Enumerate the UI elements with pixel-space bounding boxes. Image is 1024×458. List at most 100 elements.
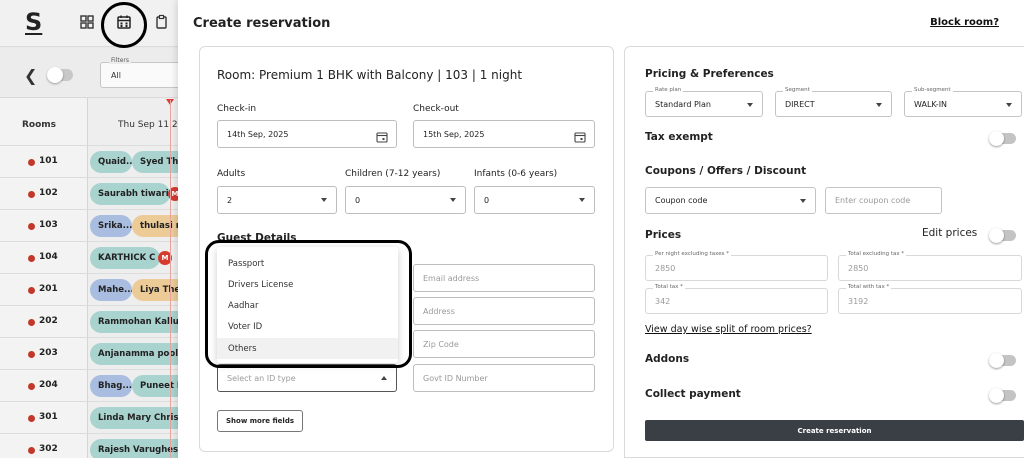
prices-title: Prices <box>645 229 682 241</box>
segment-select[interactable]: Segment DIRECT <box>775 87 892 117</box>
coupon-code-placeholder: Enter coupon code <box>835 196 911 205</box>
checkout-value: 15th Sep, 2025 <box>423 130 485 139</box>
addons-label: Addons <box>645 353 690 365</box>
govt-id-placeholder: Govt ID Number <box>423 374 488 383</box>
total-tax-label: Total tax * <box>653 284 685 290</box>
chevron-down-icon <box>1006 103 1012 107</box>
total-with-tax-value: 3192 <box>848 297 869 306</box>
calendar-icon[interactable] <box>574 128 586 143</box>
room-status-dot <box>28 383 35 390</box>
coupon-type-select[interactable]: Coupon code <box>645 187 816 214</box>
show-more-fields-button[interactable]: Show more fields <box>217 410 303 432</box>
chevron-down-icon <box>876 103 882 107</box>
govt-id-field[interactable]: Govt ID Number <box>413 364 595 392</box>
total-excl-tax-label: Total excluding tax * <box>846 251 907 257</box>
room-status-dot <box>28 447 35 454</box>
filters-select[interactable]: Filters All <box>100 57 190 88</box>
rooms-header: Rooms <box>22 120 57 130</box>
pricing-card: Pricing & Preferences Rate plan Standard… <box>624 46 1024 458</box>
room-number[interactable]: 103 <box>39 220 58 230</box>
zip-placeholder: Zip Code <box>423 340 459 349</box>
today-line <box>170 100 171 458</box>
room-number[interactable]: 104 <box>39 252 58 262</box>
booking-chip[interactable]: Srika... <box>90 215 132 237</box>
room-number[interactable]: 204 <box>39 380 58 390</box>
per-night-field: Per night excluding taxes * 2850 <box>645 251 828 281</box>
filters-value: All <box>111 71 121 80</box>
chevron-down-icon <box>800 199 806 203</box>
chevron-up-icon <box>381 376 387 380</box>
create-reservation-button[interactable]: Create reservation <box>645 420 1024 441</box>
room-title: Room: Premium 1 BHK with Balcony | 103 |… <box>217 68 523 82</box>
room-status-dot <box>28 319 35 326</box>
children-label: Children (7-12 years) <box>345 169 441 179</box>
email-placeholder: Email address <box>423 274 480 283</box>
room-number[interactable]: 102 <box>39 188 58 198</box>
infants-select[interactable]: 0 <box>474 186 595 214</box>
chevron-down-icon <box>450 198 456 202</box>
booking-chip[interactable]: KARTHICK C <box>90 247 160 269</box>
dashboard-icon[interactable] <box>78 13 96 31</box>
email-field[interactable]: Email address <box>413 264 595 292</box>
rate-plan-value: Standard Plan <box>655 100 711 109</box>
room-number[interactable]: 101 <box>39 156 58 166</box>
room-number[interactable]: 202 <box>39 316 58 326</box>
view-toggle[interactable] <box>47 67 73 83</box>
zip-code-field[interactable]: Zip Code <box>413 330 595 358</box>
total-with-tax-label: Total with tax * <box>846 284 892 290</box>
id-type-select[interactable]: Select an ID type <box>217 364 397 392</box>
addons-toggle[interactable] <box>989 353 1016 368</box>
day-wise-split-link[interactable]: View day wise split of room prices? <box>645 324 812 335</box>
app-logo[interactable]: S <box>25 8 42 36</box>
sub-segment-label: Sub-segment <box>912 87 953 93</box>
per-night-label: Per night excluding taxes * <box>653 251 731 257</box>
rate-plan-label: Rate plan <box>653 87 684 93</box>
chevron-left-icon[interactable]: ❮ <box>24 66 37 85</box>
room-status-dot <box>28 287 35 294</box>
checkin-label: Check-in <box>217 104 257 114</box>
room-status-dot <box>28 159 35 166</box>
booking-chip[interactable]: Bhag... <box>90 375 132 397</box>
checkin-value: 14th Sep, 2025 <box>227 130 289 139</box>
children-value: 0 <box>355 196 361 205</box>
address-placeholder: Address <box>423 307 455 316</box>
room-number[interactable]: 301 <box>39 412 58 422</box>
collect-payment-toggle[interactable] <box>989 388 1016 403</box>
checkout-field[interactable]: 15th Sep, 2025 <box>413 120 595 148</box>
children-select[interactable]: 0 <box>345 186 466 214</box>
coupons-title: Coupons / Offers / Discount <box>645 165 807 177</box>
total-excl-tax-field: Total excluding tax * 2850 <box>838 251 1022 281</box>
checkin-field[interactable]: 14th Sep, 2025 <box>217 120 397 148</box>
block-room-link[interactable]: Block room? <box>930 17 999 28</box>
edit-prices-toggle[interactable] <box>989 228 1016 243</box>
highlight-box <box>205 240 412 368</box>
rate-plan-select[interactable]: Rate plan Standard Plan <box>645 87 763 117</box>
adults-select[interactable]: 2 <box>217 186 337 214</box>
tax-exempt-toggle[interactable] <box>989 131 1016 146</box>
coupon-code-input[interactable]: Enter coupon code <box>825 187 942 214</box>
clipboard-icon[interactable] <box>153 13 171 31</box>
calendar-icon[interactable] <box>376 128 388 143</box>
tax-exempt-label: Tax exempt <box>645 131 713 143</box>
coupon-type-value: Coupon code <box>655 196 708 205</box>
chevron-down-icon <box>747 103 753 107</box>
room-number[interactable]: 302 <box>39 444 58 454</box>
room-status-dot <box>28 415 35 422</box>
highlight-circle <box>101 2 147 48</box>
sub-segment-select[interactable]: Sub-segment WALK-IN <box>904 87 1022 117</box>
room-number[interactable]: 203 <box>39 348 58 358</box>
per-night-value: 2850 <box>655 264 676 273</box>
booking-chip[interactable]: Mahe... <box>90 279 132 301</box>
total-excl-tax-value: 2850 <box>848 264 869 273</box>
pricing-title: Pricing & Preferences <box>645 68 774 80</box>
room-number[interactable]: 201 <box>39 284 58 294</box>
segment-value: DIRECT <box>785 100 815 109</box>
drawer-title: Create reservation <box>193 16 331 31</box>
booking-chip[interactable]: Saurabh tiwari <box>90 183 170 205</box>
address-field[interactable]: Address <box>413 297 595 325</box>
booking-chip[interactable]: Quaid... <box>90 151 132 173</box>
room-status-dot <box>28 223 35 230</box>
adults-label: Adults <box>217 169 246 179</box>
infants-value: 0 <box>484 196 490 205</box>
adults-value: 2 <box>227 196 233 205</box>
